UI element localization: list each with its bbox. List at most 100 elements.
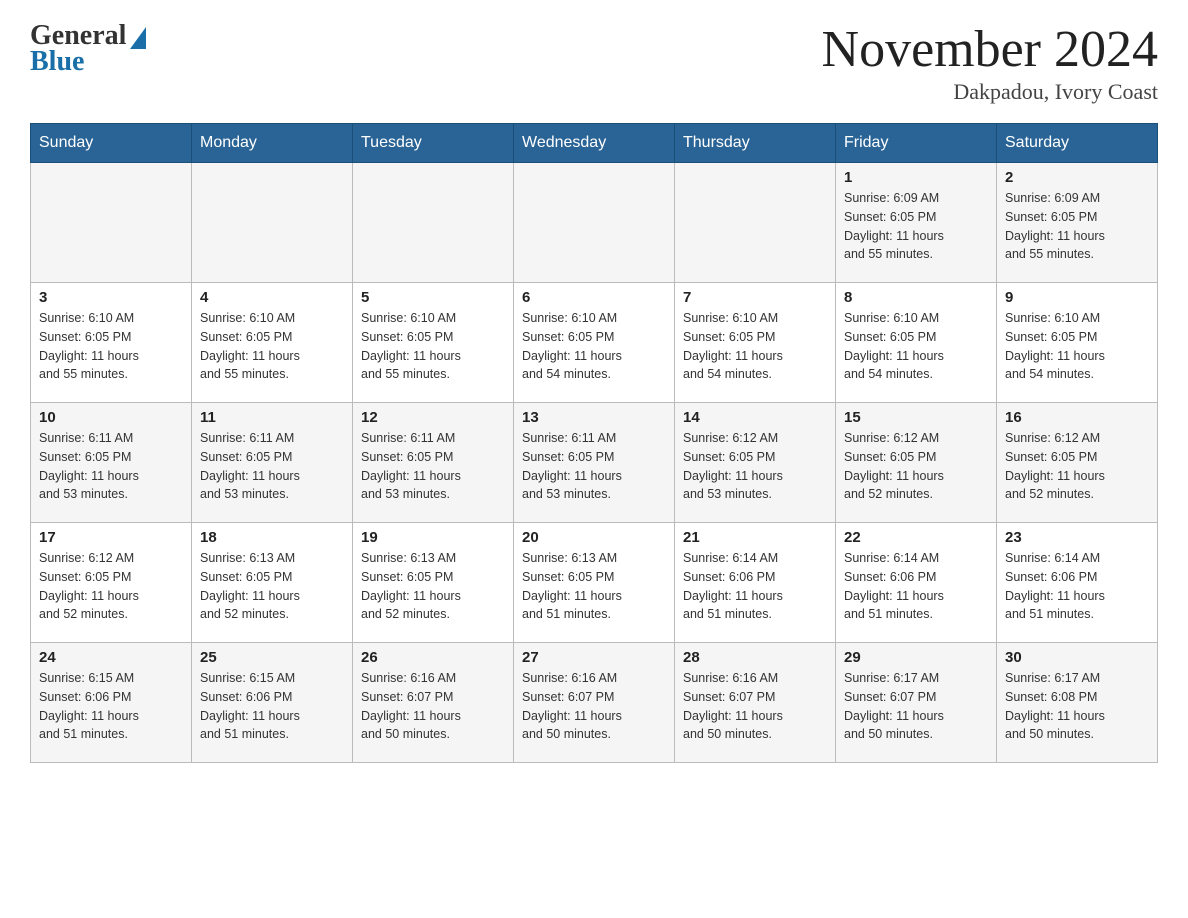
day-number: 21 — [683, 529, 827, 546]
calendar-cell: 25 Sunrise: 6:15 AMSunset: 6:06 PMDayligh… — [192, 643, 353, 763]
day-info: Sunrise: 6:11 AMSunset: 6:05 PMDaylight:… — [522, 429, 666, 504]
calendar-cell: 2 Sunrise: 6:09 AMSunset: 6:05 PMDaylight… — [997, 163, 1158, 283]
day-info: Sunrise: 6:15 AMSunset: 6:06 PMDaylight:… — [200, 669, 344, 744]
calendar-cell — [675, 163, 836, 283]
day-of-week-header: Thursday — [675, 124, 836, 163]
day-info: Sunrise: 6:12 AMSunset: 6:05 PMDaylight:… — [1005, 429, 1149, 504]
day-of-week-header: Monday — [192, 124, 353, 163]
day-info: Sunrise: 6:10 AMSunset: 6:05 PMDaylight:… — [200, 309, 344, 384]
day-info: Sunrise: 6:11 AMSunset: 6:05 PMDaylight:… — [200, 429, 344, 504]
day-info: Sunrise: 6:16 AMSunset: 6:07 PMDaylight:… — [522, 669, 666, 744]
calendar-cell — [514, 163, 675, 283]
day-number: 1 — [844, 169, 988, 186]
calendar-cell: 1 Sunrise: 6:09 AMSunset: 6:05 PMDaylight… — [836, 163, 997, 283]
day-number: 15 — [844, 409, 988, 426]
day-number: 3 — [39, 289, 183, 306]
day-number: 25 — [200, 649, 344, 666]
day-info: Sunrise: 6:09 AMSunset: 6:05 PMDaylight:… — [1005, 189, 1149, 264]
calendar-cell: 11 Sunrise: 6:11 AMSunset: 6:05 PMDayligh… — [192, 403, 353, 523]
calendar-cell: 20Sunrise: 6:13 AMSunset: 6:05 PMDayligh… — [514, 523, 675, 643]
page-header: General Blue November 2024 Dakpadou, Ivo… — [30, 20, 1158, 105]
day-number: 29 — [844, 649, 988, 666]
day-number: 26 — [361, 649, 505, 666]
day-of-week-header: Tuesday — [353, 124, 514, 163]
calendar-cell: 22 Sunrise: 6:14 AMSunset: 6:06 PMDayligh… — [836, 523, 997, 643]
calendar-cell: 10 Sunrise: 6:11 AMSunset: 6:05 PMDayligh… — [31, 403, 192, 523]
calendar-week-row: 24Sunrise: 6:15 AMSunset: 6:06 PMDayligh… — [31, 643, 1158, 763]
calendar-subtitle: Dakpadou, Ivory Coast — [822, 79, 1158, 105]
day-info: Sunrise: 6:10 AMSunset: 6:05 PMDaylight:… — [522, 309, 666, 384]
calendar-cell: 29 Sunrise: 6:17 AMSunset: 6:07 PMDayligh… — [836, 643, 997, 763]
day-of-week-header: Saturday — [997, 124, 1158, 163]
calendar-cell: 8 Sunrise: 6:10 AMSunset: 6:05 PMDaylight… — [836, 283, 997, 403]
calendar-cell: 23 Sunrise: 6:14 AMSunset: 6:06 PMDayligh… — [997, 523, 1158, 643]
logo-blue-text: Blue — [30, 46, 84, 78]
day-number: 14 — [683, 409, 827, 426]
day-info: Sunrise: 6:10 AMSunset: 6:05 PMDaylight:… — [844, 309, 988, 384]
calendar-table: SundayMondayTuesdayWednesdayThursdayFrid… — [30, 123, 1158, 763]
day-info: Sunrise: 6:10 AMSunset: 6:05 PMDaylight:… — [361, 309, 505, 384]
calendar-cell: 16 Sunrise: 6:12 AMSunset: 6:05 PMDayligh… — [997, 403, 1158, 523]
calendar-cell — [31, 163, 192, 283]
day-info: Sunrise: 6:14 AMSunset: 6:06 PMDaylight:… — [844, 549, 988, 624]
day-number: 8 — [844, 289, 988, 306]
day-number: 4 — [200, 289, 344, 306]
day-info: Sunrise: 6:13 AMSunset: 6:05 PMDaylight:… — [522, 549, 666, 624]
day-number: 6 — [522, 289, 666, 306]
day-info: Sunrise: 6:13 AMSunset: 6:05 PMDaylight:… — [200, 549, 344, 624]
calendar-cell: 9Sunrise: 6:10 AMSunset: 6:05 PMDaylight… — [997, 283, 1158, 403]
day-number: 18 — [200, 529, 344, 546]
day-number: 9 — [1005, 289, 1149, 306]
calendar-cell — [192, 163, 353, 283]
day-info: Sunrise: 6:10 AMSunset: 6:05 PMDaylight:… — [39, 309, 183, 384]
day-info: Sunrise: 6:17 AMSunset: 6:08 PMDaylight:… — [1005, 669, 1149, 744]
day-number: 13 — [522, 409, 666, 426]
day-info: Sunrise: 6:14 AMSunset: 6:06 PMDaylight:… — [1005, 549, 1149, 624]
day-number: 10 — [39, 409, 183, 426]
day-number: 30 — [1005, 649, 1149, 666]
day-number: 23 — [1005, 529, 1149, 546]
calendar-header-row: SundayMondayTuesdayWednesdayThursdayFrid… — [31, 124, 1158, 163]
calendar-cell: 7Sunrise: 6:10 AMSunset: 6:05 PMDaylight… — [675, 283, 836, 403]
calendar-cell: 21 Sunrise: 6:14 AMSunset: 6:06 PMDayligh… — [675, 523, 836, 643]
calendar-cell: 28 Sunrise: 6:16 AMSunset: 6:07 PMDayligh… — [675, 643, 836, 763]
calendar-week-row: 1 Sunrise: 6:09 AMSunset: 6:05 PMDaylight… — [31, 163, 1158, 283]
calendar-cell: 27 Sunrise: 6:16 AMSunset: 6:07 PMDayligh… — [514, 643, 675, 763]
day-number: 5 — [361, 289, 505, 306]
calendar-cell: 17 Sunrise: 6:12 AMSunset: 6:05 PMDayligh… — [31, 523, 192, 643]
day-number: 27 — [522, 649, 666, 666]
day-number: 11 — [200, 409, 344, 426]
calendar-cell: 26 Sunrise: 6:16 AMSunset: 6:07 PMDayligh… — [353, 643, 514, 763]
calendar-cell: 5 Sunrise: 6:10 AMSunset: 6:05 PMDaylight… — [353, 283, 514, 403]
calendar-cell: 18 Sunrise: 6:13 AMSunset: 6:05 PMDayligh… — [192, 523, 353, 643]
calendar-cell: 6 Sunrise: 6:10 AMSunset: 6:05 PMDaylight… — [514, 283, 675, 403]
day-of-week-header: Friday — [836, 124, 997, 163]
day-number: 12 — [361, 409, 505, 426]
day-info: Sunrise: 6:17 AMSunset: 6:07 PMDaylight:… — [844, 669, 988, 744]
logo-triangle-icon — [130, 27, 146, 49]
day-info: Sunrise: 6:11 AMSunset: 6:05 PMDaylight:… — [361, 429, 505, 504]
calendar-week-row: 3 Sunrise: 6:10 AMSunset: 6:05 PMDaylight… — [31, 283, 1158, 403]
title-area: November 2024 Dakpadou, Ivory Coast — [822, 20, 1158, 105]
calendar-cell: 4 Sunrise: 6:10 AMSunset: 6:05 PMDaylight… — [192, 283, 353, 403]
day-of-week-header: Wednesday — [514, 124, 675, 163]
day-info: Sunrise: 6:12 AMSunset: 6:05 PMDaylight:… — [39, 549, 183, 624]
calendar-title: November 2024 — [822, 20, 1158, 79]
day-number: 16 — [1005, 409, 1149, 426]
day-info: Sunrise: 6:16 AMSunset: 6:07 PMDaylight:… — [683, 669, 827, 744]
day-info: Sunrise: 6:11 AMSunset: 6:05 PMDaylight:… — [39, 429, 183, 504]
calendar-week-row: 10 Sunrise: 6:11 AMSunset: 6:05 PMDayligh… — [31, 403, 1158, 523]
day-info: Sunrise: 6:16 AMSunset: 6:07 PMDaylight:… — [361, 669, 505, 744]
calendar-cell: 14Sunrise: 6:12 AMSunset: 6:05 PMDayligh… — [675, 403, 836, 523]
day-info: Sunrise: 6:15 AMSunset: 6:06 PMDaylight:… — [39, 669, 183, 744]
day-info: Sunrise: 6:14 AMSunset: 6:06 PMDaylight:… — [683, 549, 827, 624]
calendar-cell: 15Sunrise: 6:12 AMSunset: 6:05 PMDayligh… — [836, 403, 997, 523]
day-info: Sunrise: 6:13 AMSunset: 6:05 PMDaylight:… — [361, 549, 505, 624]
day-info: Sunrise: 6:09 AMSunset: 6:05 PMDaylight:… — [844, 189, 988, 264]
day-number: 22 — [844, 529, 988, 546]
day-number: 17 — [39, 529, 183, 546]
day-number: 2 — [1005, 169, 1149, 186]
day-number: 28 — [683, 649, 827, 666]
day-number: 7 — [683, 289, 827, 306]
day-of-week-header: Sunday — [31, 124, 192, 163]
